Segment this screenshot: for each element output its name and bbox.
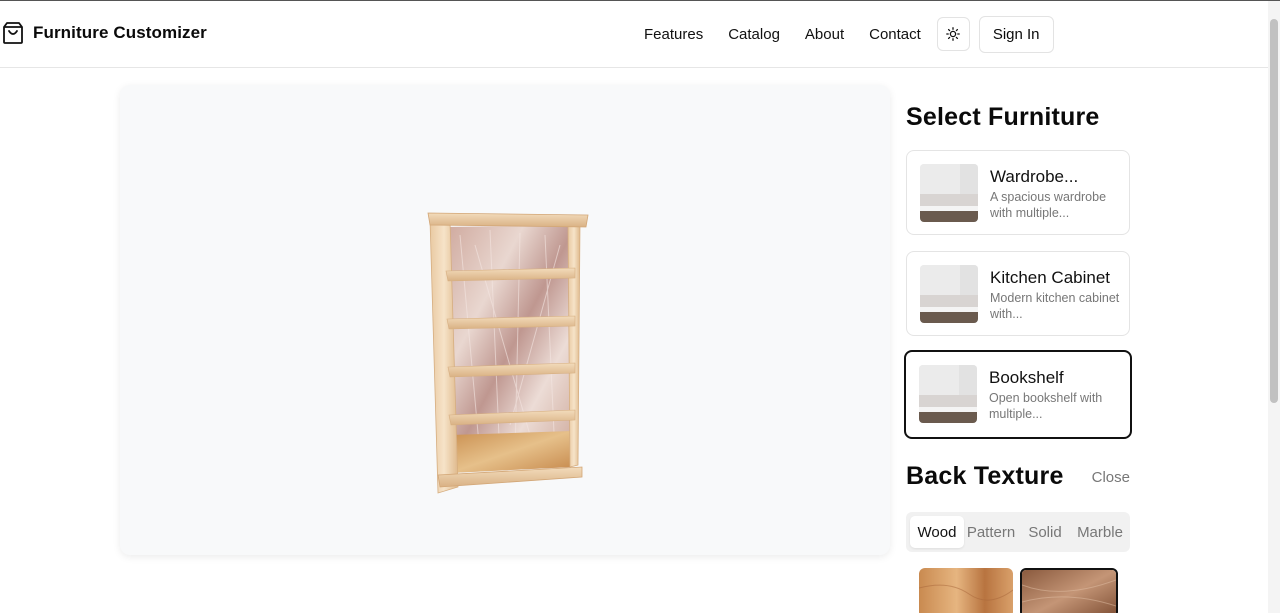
furniture-card-desc: Modern kitchen cabinet with... bbox=[990, 291, 1120, 321]
furniture-card-kitchen-cabinet[interactable]: Kitchen Cabinet Modern kitchen cabinet w… bbox=[906, 251, 1130, 336]
app-title: Furniture Customizer bbox=[33, 23, 207, 42]
brand[interactable]: Furniture Customizer bbox=[2, 21, 207, 45]
texture-tabs: Wood Pattern Solid Marble bbox=[906, 512, 1130, 552]
scrollbar-thumb[interactable] bbox=[1270, 19, 1278, 403]
tab-solid[interactable]: Solid bbox=[1018, 516, 1072, 548]
furniture-card-name: Kitchen Cabinet bbox=[990, 268, 1111, 287]
top-navbar: Furniture Customizer Features Catalog Ab… bbox=[0, 1, 1268, 68]
nav-link-features[interactable]: Features bbox=[644, 26, 703, 43]
sun-icon bbox=[946, 27, 961, 41]
back-texture-heading: Back Texture bbox=[906, 462, 1064, 490]
furniture-card-name: Wardrobe... bbox=[990, 167, 1079, 186]
furniture-card-wardrobe[interactable]: Wardrobe... A spacious wardrobe with mul… bbox=[906, 150, 1130, 235]
tab-wood[interactable]: Wood bbox=[910, 516, 964, 548]
tab-pattern[interactable]: Pattern bbox=[964, 516, 1018, 548]
furniture-thumbnail bbox=[920, 164, 978, 222]
furniture-card-desc: Open bookshelf with multiple... bbox=[989, 391, 1103, 421]
texture-swatch-wood-2[interactable] bbox=[1020, 568, 1118, 613]
shopping-bag-icon bbox=[3, 22, 23, 44]
nav-link-contact[interactable]: Contact bbox=[869, 26, 921, 43]
3d-viewer[interactable] bbox=[120, 85, 890, 555]
furniture-card-desc: A spacious wardrobe with multiple... bbox=[990, 190, 1107, 220]
tab-marble[interactable]: Marble bbox=[1072, 516, 1128, 548]
nav-link-catalog[interactable]: Catalog bbox=[728, 26, 780, 43]
theme-toggle-button[interactable] bbox=[936, 17, 970, 51]
select-furniture-heading: Select Furniture bbox=[906, 103, 1100, 131]
close-texture-button[interactable]: Close bbox=[1092, 469, 1130, 486]
page-scrollbar[interactable] bbox=[1268, 1, 1280, 613]
sign-in-button[interactable]: Sign In bbox=[978, 15, 1054, 53]
bookshelf-model[interactable] bbox=[420, 205, 600, 505]
furniture-thumbnail bbox=[920, 265, 978, 323]
nav-link-about[interactable]: About bbox=[805, 26, 844, 43]
furniture-card-name: Bookshelf bbox=[989, 368, 1064, 387]
furniture-card-bookshelf[interactable]: Bookshelf Open bookshelf with multiple..… bbox=[904, 350, 1132, 439]
texture-swatch-wood-1[interactable] bbox=[919, 568, 1013, 613]
main-nav: Features Catalog About Contact Sign In bbox=[644, 15, 1054, 53]
furniture-thumbnail bbox=[919, 365, 977, 423]
